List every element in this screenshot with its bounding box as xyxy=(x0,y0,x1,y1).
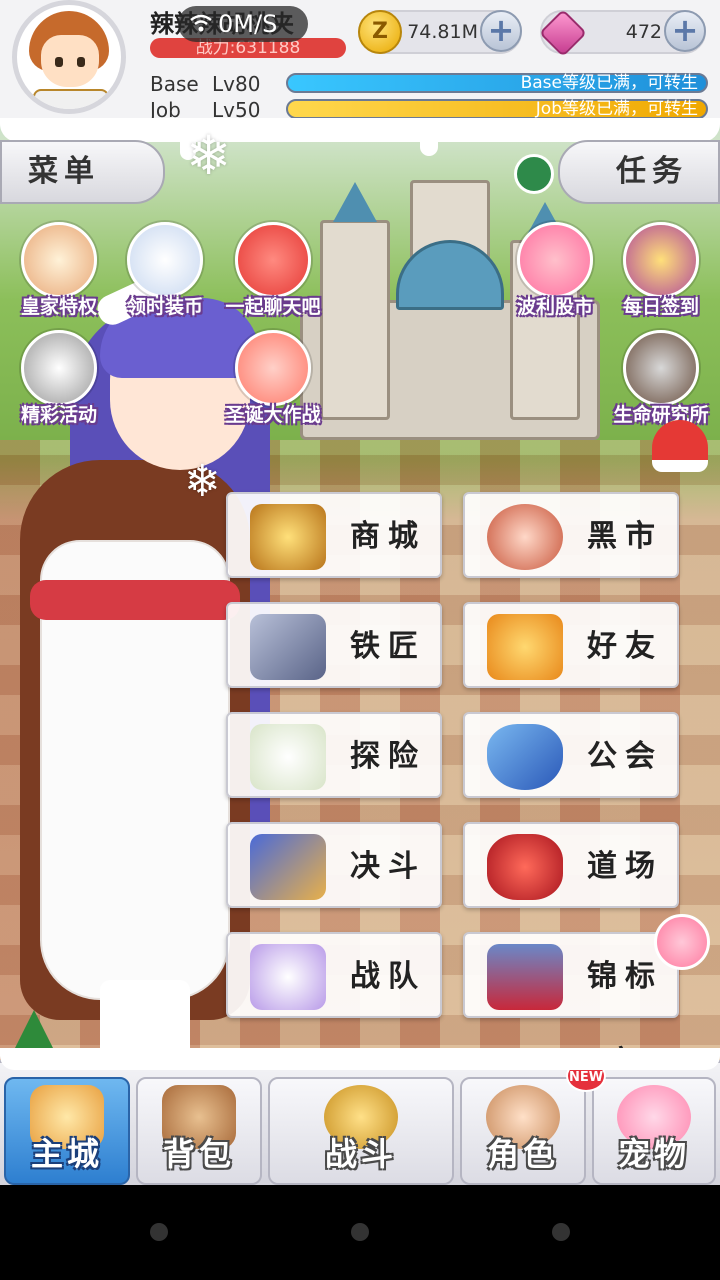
shop-button[interactable]: 商城 xyxy=(226,492,442,578)
explorer-pet-icon xyxy=(250,724,326,790)
devil-trident-icon xyxy=(487,834,563,900)
base-label: Base xyxy=(150,72,199,96)
event-icon xyxy=(21,330,97,406)
gem-counter: 472 + xyxy=(538,8,706,58)
feature-life-lab[interactable]: 生命研究所 xyxy=(606,330,716,427)
winged-crest-icon xyxy=(250,944,326,1010)
friends-button[interactable]: 好友 xyxy=(463,602,679,688)
feature-daily-signin[interactable]: 每日签到 xyxy=(606,222,716,319)
beer-mugs-icon xyxy=(487,614,563,680)
add-gold-button[interactable]: + xyxy=(480,10,522,52)
feature-events[interactable]: 精彩活动 xyxy=(4,330,114,427)
treasure-chest-icon xyxy=(250,504,326,570)
feature-chat[interactable]: 一起聊天吧 xyxy=(218,222,328,319)
life-lab-icon xyxy=(623,330,699,406)
tab-task[interactable]: 任务 xyxy=(558,140,720,204)
coin-icon: Z xyxy=(358,10,402,54)
bottom-navigation: 主城 背包 战斗 角色 宠物 xyxy=(0,1060,720,1185)
snow-drip xyxy=(420,130,438,156)
gold-counter: Z 74.81M + xyxy=(358,10,522,54)
feature-poring-stock[interactable]: 波利股市 xyxy=(500,222,610,319)
nav-bag[interactable]: 背包 xyxy=(136,1077,262,1185)
gold-value: 74.81M xyxy=(407,21,478,43)
black-market-button[interactable]: 黑市 xyxy=(463,492,679,578)
speed-value: 0M/S xyxy=(218,10,278,38)
money-bag-icon xyxy=(487,504,563,570)
network-speed-overlay: 0M/S xyxy=(178,6,308,42)
gem-value: 472 xyxy=(625,21,662,43)
snowflake-icon: ❄ xyxy=(184,456,221,507)
feature-costume-coin[interactable]: 领时装币 xyxy=(110,222,220,319)
base-level: Lv80 xyxy=(212,72,261,96)
snow-trim-top xyxy=(0,118,720,142)
nav-character[interactable]: 角色 xyxy=(460,1077,586,1185)
christmas-battle-icon xyxy=(235,330,311,406)
duel-fighters-icon xyxy=(250,834,326,900)
poring-bubble-icon xyxy=(654,914,710,970)
feature-christmas-battle[interactable]: 圣诞大作战 xyxy=(218,330,328,427)
wifi-icon xyxy=(190,14,212,32)
snowflake-icon: ❄ xyxy=(186,124,232,187)
poring-stock-icon xyxy=(517,222,593,298)
system-navigation-bar xyxy=(0,1185,720,1280)
base-exp-bar: Base等级已满，可转生 xyxy=(286,73,708,93)
royal-privilege-icon xyxy=(21,222,97,298)
nav-battle[interactable]: 战斗 xyxy=(268,1077,454,1185)
team-button[interactable]: 战队 xyxy=(226,932,442,1018)
snow-trim-bottom xyxy=(0,1048,720,1070)
smith-button[interactable]: 铁匠 xyxy=(226,602,442,688)
costume-coin-icon xyxy=(127,222,203,298)
anvil-icon xyxy=(250,614,326,680)
add-gem-button[interactable]: + xyxy=(664,10,706,52)
home-icon[interactable] xyxy=(351,1223,369,1241)
santa-decoration xyxy=(652,420,708,472)
feature-royal-privilege[interactable]: 皇家特权 xyxy=(4,222,114,319)
player-avatar[interactable] xyxy=(12,0,126,114)
shield-icon xyxy=(487,724,563,790)
back-icon[interactable] xyxy=(150,1223,168,1241)
explore-button[interactable]: 探险 xyxy=(226,712,442,798)
daily-gift-icon xyxy=(623,222,699,298)
tournament-button[interactable]: 锦标赛 xyxy=(463,932,679,1080)
tab-menu[interactable]: 菜单 xyxy=(0,140,165,204)
recents-icon[interactable] xyxy=(552,1223,570,1241)
dojo-button[interactable]: 道场 xyxy=(463,822,679,908)
nav-pet[interactable]: 宠物 xyxy=(592,1077,716,1185)
nav-city[interactable]: 主城 xyxy=(4,1077,130,1185)
christmas-ornament-icon xyxy=(514,154,554,194)
guild-button[interactable]: 公会 xyxy=(463,712,679,798)
duel-button[interactable]: 决斗 xyxy=(226,822,442,908)
status-bar: 辣辣辣胡桃夹 战力:631188 0M/S Z 74.81M + 472 + B… xyxy=(0,0,720,124)
job-exp-bar: Job等级已满，可转生 xyxy=(286,99,708,119)
banner-icon xyxy=(487,944,563,1010)
gem-icon xyxy=(538,8,588,58)
chat-bubble-icon xyxy=(235,222,311,298)
